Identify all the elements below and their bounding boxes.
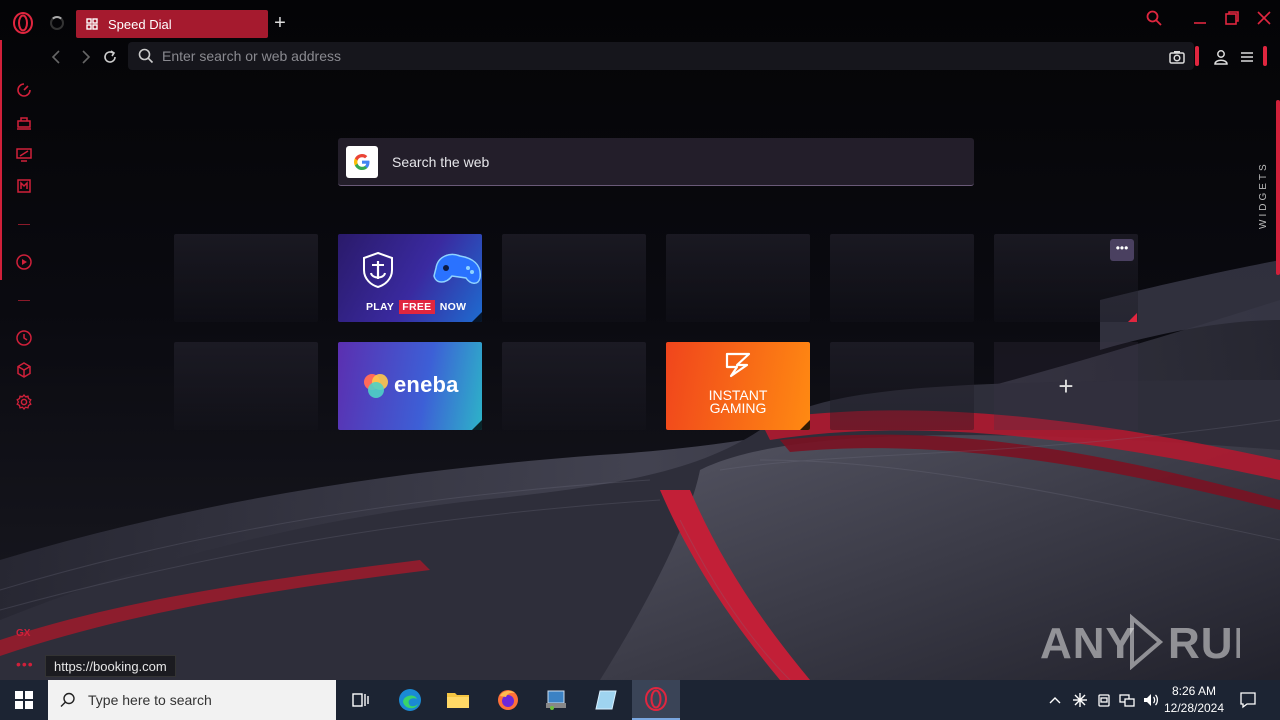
taskbar-search-placeholder: Type here to search xyxy=(88,692,212,708)
installer-taskbar-icon[interactable] xyxy=(532,680,580,720)
show-hidden-icons-chevron-icon[interactable] xyxy=(1046,680,1064,720)
opera-gx-window: Speed Dial + Enter search or web address… xyxy=(0,0,1280,680)
address-bar[interactable] xyxy=(128,42,1194,70)
accent-divider-right xyxy=(1263,46,1267,66)
search-placeholder: Search the web xyxy=(392,154,490,170)
edge-taskbar-icon[interactable] xyxy=(386,680,434,720)
tile-fold xyxy=(800,420,810,430)
tray-app-icon[interactable] xyxy=(1070,680,1090,720)
start-button[interactable] xyxy=(0,680,48,720)
sidebar-more-icon[interactable]: ••• xyxy=(16,656,34,672)
svg-text:ANY: ANY xyxy=(1040,619,1136,668)
snapshot-camera-icon[interactable] xyxy=(1168,48,1186,66)
account-icon[interactable] xyxy=(1212,48,1230,66)
gx-control-icon[interactable] xyxy=(14,80,34,100)
maximize-button[interactable] xyxy=(1220,8,1244,28)
search-icon xyxy=(138,48,154,64)
tile-fold xyxy=(472,312,482,322)
loading-indicator-icon xyxy=(50,16,64,30)
action-center-notification-icon[interactable] xyxy=(1234,680,1262,720)
anyrun-watermark: ANY RUN xyxy=(1040,613,1240,670)
speed-dial-tile-eneba[interactable]: eneba xyxy=(338,342,482,430)
clock-date: 12/28/2024 xyxy=(1163,701,1225,715)
tile-options-button[interactable]: ••• xyxy=(1110,239,1134,261)
easy-setup-menu-icon[interactable] xyxy=(1238,48,1256,66)
history-clock-icon[interactable] xyxy=(14,328,34,348)
file-explorer-taskbar-icon[interactable] xyxy=(434,680,482,720)
sidebar-separator xyxy=(18,300,30,301)
minimize-button[interactable] xyxy=(1188,8,1212,28)
taskbar-search-box[interactable]: Type here to search xyxy=(48,680,336,720)
speed-dial-tile-empty[interactable] xyxy=(830,234,974,322)
gx-corner-icon[interactable] xyxy=(14,112,34,132)
task-view-button[interactable] xyxy=(336,680,384,720)
settings-gear-icon[interactable] xyxy=(14,392,34,412)
sidebar-separator xyxy=(18,224,30,225)
title-bar: Speed Dial + xyxy=(0,0,1280,44)
gx-brand-label: GX xyxy=(16,628,31,639)
eneba-logo-icon xyxy=(364,374,388,398)
speed-dial-tile-empty[interactable] xyxy=(174,342,318,430)
tile-corner-accent xyxy=(1128,313,1137,322)
network-icon[interactable] xyxy=(1116,680,1138,720)
windows-taskbar: Type here to search 8:26 AM 12/28/2024 xyxy=(0,680,1280,720)
extensions-cube-icon[interactable] xyxy=(14,360,34,380)
notes-taskbar-icon[interactable] xyxy=(582,680,630,720)
speed-dial-tile-play-free-now[interactable]: PLAY FREE NOW xyxy=(338,234,482,322)
search-tabs-icon[interactable] xyxy=(1142,8,1166,28)
gamepad-icon xyxy=(433,253,481,284)
player-icon[interactable] xyxy=(14,252,34,272)
reload-button[interactable] xyxy=(101,48,119,66)
tile-play-free-now-label: PLAY FREE NOW xyxy=(366,300,467,314)
speed-dial-tile-empty[interactable] xyxy=(502,342,646,430)
link-status-url: https://booking.com xyxy=(45,655,176,677)
forward-button[interactable] xyxy=(76,48,94,66)
windows-logo-icon xyxy=(15,691,33,709)
close-button[interactable] xyxy=(1252,8,1276,28)
tab-title: Speed Dial xyxy=(108,16,172,32)
opera-menu-icon[interactable] xyxy=(12,12,34,34)
svg-text:RUN: RUN xyxy=(1168,619,1240,668)
taskbar-clock[interactable]: 8:26 AM 12/28/2024 xyxy=(1160,683,1228,717)
tile-fold xyxy=(472,420,482,430)
shield-anchor-icon xyxy=(363,252,393,288)
add-site-button[interactable]: + xyxy=(994,342,1138,430)
speed-dial-grid-icon xyxy=(86,18,98,30)
speed-dial-tile-empty[interactable] xyxy=(830,342,974,430)
back-button[interactable] xyxy=(48,48,66,66)
clock-time: 8:26 AM xyxy=(1171,684,1217,698)
search-icon xyxy=(60,692,75,707)
left-frame-accent xyxy=(0,40,2,280)
tab-speed-dial[interactable]: Speed Dial xyxy=(76,10,268,38)
address-input[interactable] xyxy=(162,45,1062,67)
google-logo-icon xyxy=(346,146,378,178)
tray-device-icon[interactable] xyxy=(1094,680,1114,720)
twitch-icon[interactable] xyxy=(14,144,34,164)
widgets-tab[interactable]: WIDGETS xyxy=(1258,150,1274,240)
tile-instant-gaming-label: INSTANT GAMING xyxy=(708,387,768,416)
right-frame-accent xyxy=(1276,100,1280,275)
speed-dial-tile-instant-gaming[interactable]: INSTANT GAMING xyxy=(666,342,810,430)
speed-dial-tile-empty[interactable] xyxy=(666,234,810,322)
new-tab-button[interactable]: + xyxy=(271,13,289,33)
speed-dial-tile-empty[interactable] xyxy=(174,234,318,322)
instant-gaming-logo-icon xyxy=(725,352,751,378)
speed-dial-tile-empty[interactable] xyxy=(502,234,646,322)
speed-dial-background xyxy=(0,0,1280,680)
volume-icon[interactable] xyxy=(1140,680,1162,720)
speed-dial-search[interactable]: Search the web xyxy=(338,138,974,186)
accent-divider xyxy=(1195,46,1199,66)
firefox-taskbar-icon[interactable] xyxy=(484,680,532,720)
tile-eneba-label: eneba xyxy=(394,372,459,397)
opera-gx-taskbar-icon[interactable] xyxy=(632,680,680,720)
messenger-icon[interactable] xyxy=(14,176,34,196)
